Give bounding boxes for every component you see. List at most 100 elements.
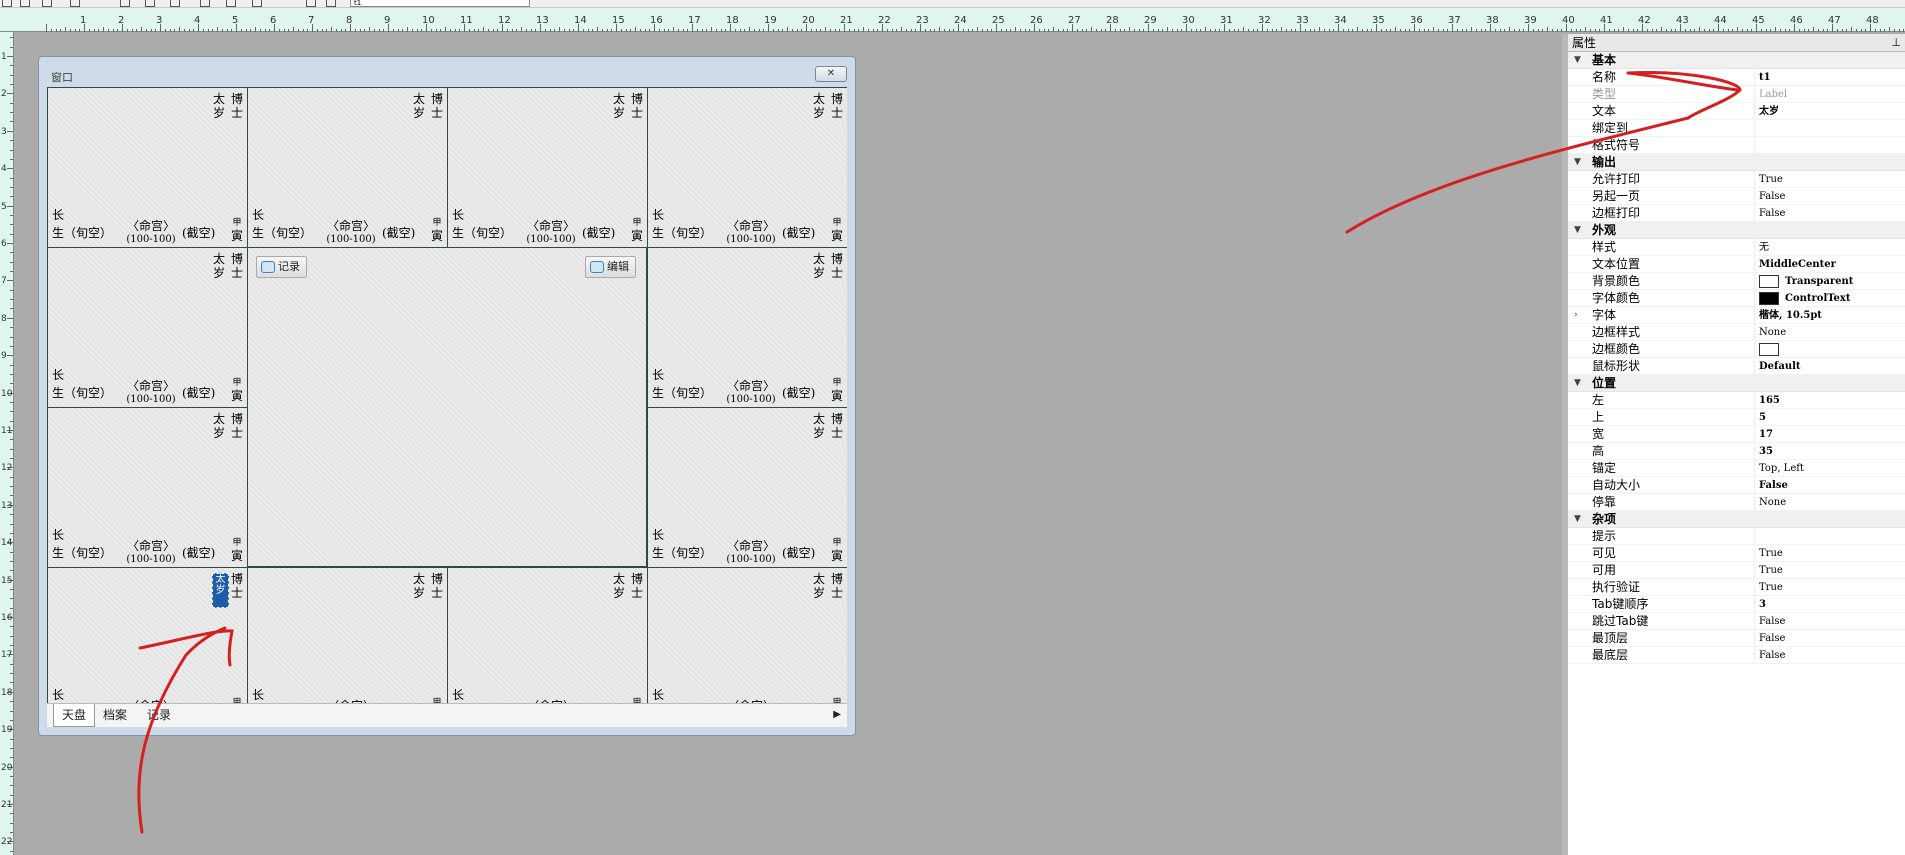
- cell-star-2b[interactable]: 士: [631, 586, 643, 600]
- cell-star-1b[interactable]: 岁: [413, 586, 425, 600]
- cell-changsheng-1[interactable]: 长: [252, 686, 264, 703]
- property-category[interactable]: ▼ 输出: [1568, 154, 1905, 171]
- cell-star-1a[interactable]: 太: [413, 92, 425, 106]
- cell-palace-name[interactable]: 〈命宫〉: [520, 217, 582, 234]
- property-row[interactable]: 停靠 None: [1568, 494, 1905, 511]
- pin-icon[interactable]: ⊥: [1891, 34, 1901, 52]
- property-value[interactable]: True: [1754, 171, 1905, 188]
- property-value[interactable]: Default: [1754, 358, 1905, 375]
- cut-icon[interactable]: [42, 0, 52, 7]
- cell-star-1a[interactable]: 太: [813, 572, 825, 586]
- cell-palace-name[interactable]: 〈命宫〉: [720, 217, 782, 234]
- property-category[interactable]: ▼ 基本: [1568, 52, 1905, 69]
- property-row[interactable]: 文本 太岁: [1568, 103, 1905, 120]
- align-right-icon[interactable]: [170, 0, 180, 7]
- property-row[interactable]: 字体颜色 ControlText: [1568, 290, 1905, 307]
- cell-branch[interactable]: 寅: [831, 549, 843, 563]
- property-value[interactable]: MiddleCenter: [1754, 256, 1905, 273]
- cell-jiekong[interactable]: (截空): [182, 224, 215, 241]
- cell-star-1a[interactable]: 太: [213, 92, 225, 106]
- cell-star-2a[interactable]: 博: [231, 572, 243, 586]
- property-row[interactable]: 锚定 Top, Left: [1568, 460, 1905, 477]
- cell-star-2a[interactable]: 博: [631, 92, 643, 106]
- property-value[interactable]: False: [1754, 477, 1905, 494]
- palace-cell[interactable]: 太岁博士长生（旬空）〈命宫〉(100-100)(截空)甲寅: [247, 567, 448, 703]
- property-row[interactable]: 最底层 False: [1568, 647, 1905, 664]
- cell-star-1b[interactable]: 岁: [813, 266, 825, 280]
- property-row[interactable]: 文本位置 MiddleCenter: [1568, 256, 1905, 273]
- property-row[interactable]: 样式 无: [1568, 239, 1905, 256]
- cell-changsheng-1[interactable]: 长: [52, 206, 64, 223]
- property-row[interactable]: 可用 True: [1568, 562, 1905, 579]
- property-row[interactable]: 允许打印 True: [1568, 171, 1905, 188]
- cell-changsheng-1[interactable]: 长: [252, 206, 264, 223]
- property-value[interactable]: False: [1754, 613, 1905, 630]
- cell-changsheng-2[interactable]: 生（旬空）: [652, 544, 712, 561]
- cell-branch[interactable]: 寅: [431, 229, 443, 243]
- cell-palace-name[interactable]: 〈命宫〉: [720, 377, 782, 394]
- cell-star-2b[interactable]: 士: [431, 106, 443, 120]
- property-category[interactable]: ▼ 杂项: [1568, 511, 1905, 528]
- cell-palace-range[interactable]: (100-100): [720, 554, 782, 565]
- cell-changsheng-2[interactable]: 生（旬空）: [52, 384, 112, 401]
- cell-branch[interactable]: 寅: [231, 229, 243, 243]
- cell-palace-name[interactable]: 〈命宫〉: [720, 537, 782, 554]
- palace-cell[interactable]: 太岁博士长生（旬空）〈命宫〉(100-100)(截空)甲寅: [47, 407, 248, 568]
- cell-star-1b[interactable]: 岁: [213, 106, 225, 120]
- cell-jiekong[interactable]: (截空): [782, 224, 815, 241]
- cell-star-1a[interactable]: 太: [213, 412, 225, 426]
- expand-icon[interactable]: ›: [1574, 307, 1578, 324]
- property-value[interactable]: 35: [1754, 443, 1905, 460]
- selected-label-t1[interactable]: 太岁: [212, 573, 229, 608]
- palace-cell[interactable]: 太岁博士长生（旬空）〈命宫〉(100-100)(截空)甲寅: [447, 567, 648, 703]
- cell-jiekong[interactable]: (截空): [782, 384, 815, 401]
- property-row[interactable]: 类型 Label: [1568, 86, 1905, 103]
- cell-star-2b[interactable]: 士: [231, 266, 243, 280]
- cell-star-1a[interactable]: 太: [613, 92, 625, 106]
- palace-cell[interactable]: 太岁博士长生（旬空）〈命宫〉(100-100)(截空)甲寅: [647, 567, 847, 703]
- cell-star-1a[interactable]: 太: [213, 252, 225, 266]
- cell-star-2b[interactable]: 士: [831, 426, 843, 440]
- copy-icon[interactable]: [70, 0, 80, 7]
- property-row[interactable]: 边框打印 False: [1568, 205, 1905, 222]
- property-row[interactable]: 高 35: [1568, 443, 1905, 460]
- property-category[interactable]: ▼ 外观: [1568, 222, 1905, 239]
- property-value[interactable]: [1754, 341, 1905, 358]
- cell-palace-range[interactable]: (100-100): [120, 234, 182, 245]
- cell-jiekong[interactable]: (截空): [382, 224, 415, 241]
- align-center-icon[interactable]: [145, 0, 155, 7]
- cell-stem[interactable]: 甲: [232, 217, 241, 229]
- close-button[interactable]: ✕: [815, 66, 847, 82]
- property-value[interactable]: 165: [1754, 392, 1905, 409]
- property-row[interactable]: 自动大小 False: [1568, 477, 1905, 494]
- property-value[interactable]: False: [1754, 188, 1905, 205]
- palace-cell[interactable]: 太岁博士长生（旬空）〈命宫〉(100-100)(截空)甲寅: [247, 87, 448, 248]
- group-icon[interactable]: [326, 0, 336, 7]
- align-middle-icon[interactable]: [226, 0, 236, 7]
- cell-star-2b[interactable]: 士: [231, 106, 243, 120]
- property-value[interactable]: [1754, 528, 1905, 545]
- property-value[interactable]: True: [1754, 562, 1905, 579]
- cell-star-2a[interactable]: 博: [831, 412, 843, 426]
- cell-changsheng-1[interactable]: 长: [652, 686, 664, 703]
- cell-changsheng-2[interactable]: 生（旬空）: [52, 224, 112, 241]
- property-value[interactable]: [1754, 120, 1905, 137]
- cell-jiekong[interactable]: (截空): [182, 544, 215, 561]
- property-row[interactable]: 宽 17: [1568, 426, 1905, 443]
- cell-palace-range[interactable]: (100-100): [720, 234, 782, 245]
- property-value[interactable]: False: [1754, 647, 1905, 664]
- cell-changsheng-1[interactable]: 长: [452, 686, 464, 703]
- cell-changsheng-1[interactable]: 长: [52, 526, 64, 543]
- palace-cell[interactable]: 太岁博士长生（旬空）〈命宫〉(100-100)(截空)甲寅: [647, 247, 847, 408]
- cell-stem[interactable]: 甲: [832, 217, 841, 229]
- cell-star-1b[interactable]: 岁: [813, 106, 825, 120]
- cell-stem[interactable]: 甲: [832, 537, 841, 549]
- property-value[interactable]: Top, Left: [1754, 460, 1905, 477]
- cell-star-2b[interactable]: 士: [831, 266, 843, 280]
- cell-star-1b[interactable]: 岁: [613, 106, 625, 120]
- cell-star-2a[interactable]: 博: [831, 92, 843, 106]
- cell-star-2b[interactable]: 士: [231, 426, 243, 440]
- palace-cell[interactable]: 太岁博士长生（旬空）〈命宫〉(100-100)(截空)甲寅太岁: [47, 567, 248, 703]
- cell-star-2b[interactable]: 士: [231, 586, 243, 600]
- property-value[interactable]: 楷体, 10.5pt: [1754, 307, 1905, 324]
